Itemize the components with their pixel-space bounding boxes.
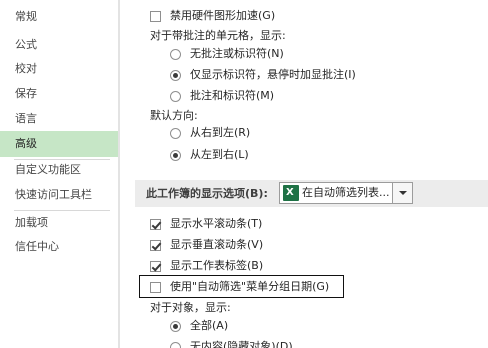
comment-display-heading: 对于带批注的单元格，显示: <box>150 29 286 42</box>
objects-nothing-label: 无内容(隐藏对象)(D) <box>190 340 293 348</box>
direction-rtl-label: 从右到左(R) <box>190 126 251 139</box>
sidebar-item-formulas[interactable]: 公式 <box>0 32 118 58</box>
show-hscroll-checkbox[interactable] <box>150 219 161 230</box>
comment-indicator-label: 仅显示标识符，悬停时加显批注(I) <box>190 68 356 81</box>
objects-display-heading: 对于对象，显示: <box>150 301 231 314</box>
chevron-down-icon[interactable] <box>392 183 412 203</box>
options-sidebar: 常规 公式 校对 保存 语言 高级 自定义功能区 快速访问工具栏 加载项 信任中… <box>0 0 118 348</box>
show-sheet-tabs-label: 显示工作表标签(B) <box>170 259 264 272</box>
sidebar-item-proofing[interactable]: 校对 <box>0 56 118 82</box>
show-vscroll-label: 显示垂直滚动条(V) <box>170 238 264 251</box>
sidebar-item-quick-access-toolbar[interactable]: 快速访问工具栏 <box>0 182 118 208</box>
sidebar-item-general[interactable]: 常规 <box>0 4 118 30</box>
comment-both-label: 批注和标识符(M) <box>190 89 275 102</box>
sidebar-border <box>118 0 120 348</box>
sidebar-item-advanced[interactable]: 高级 <box>0 131 118 157</box>
sidebar-item-language[interactable]: 语言 <box>0 106 118 132</box>
sidebar-item-customize-ribbon[interactable]: 自定义功能区 <box>0 157 118 183</box>
show-hscroll-label: 显示水平滚动条(T) <box>170 217 263 230</box>
show-sheet-tabs-checkbox[interactable] <box>150 261 161 272</box>
workbook-section-title: 此工作簿的显示选项(B): <box>146 187 268 200</box>
disable-hw-accel-label: 禁用硬件图形加速(G) <box>170 9 276 22</box>
workbook-select-value: 在自动筛选列表... <box>302 186 390 199</box>
highlight-box <box>139 275 344 298</box>
comment-none-radio[interactable] <box>170 49 181 60</box>
sidebar-item-add-ins[interactable]: 加载项 <box>0 210 118 236</box>
direction-ltr-radio[interactable] <box>170 150 181 161</box>
sidebar-item-trust-center[interactable]: 信任中心 <box>0 234 118 260</box>
objects-all-radio[interactable] <box>170 321 181 332</box>
objects-all-label: 全部(A) <box>190 319 229 332</box>
show-vscroll-checkbox[interactable] <box>150 240 161 251</box>
comment-indicator-radio[interactable] <box>170 70 181 81</box>
excel-workbook-icon: X <box>283 185 299 201</box>
comment-both-radio[interactable] <box>170 91 181 102</box>
disable-hw-accel-checkbox[interactable] <box>150 11 161 22</box>
sidebar-item-save[interactable]: 保存 <box>0 81 118 107</box>
direction-ltr-label: 从左到右(L) <box>190 148 249 161</box>
comment-none-label: 无批注或标识符(N) <box>190 47 284 60</box>
objects-nothing-radio[interactable] <box>170 342 181 348</box>
workbook-select[interactable]: X 在自动筛选列表... <box>279 182 413 204</box>
direction-rtl-radio[interactable] <box>170 128 181 139</box>
